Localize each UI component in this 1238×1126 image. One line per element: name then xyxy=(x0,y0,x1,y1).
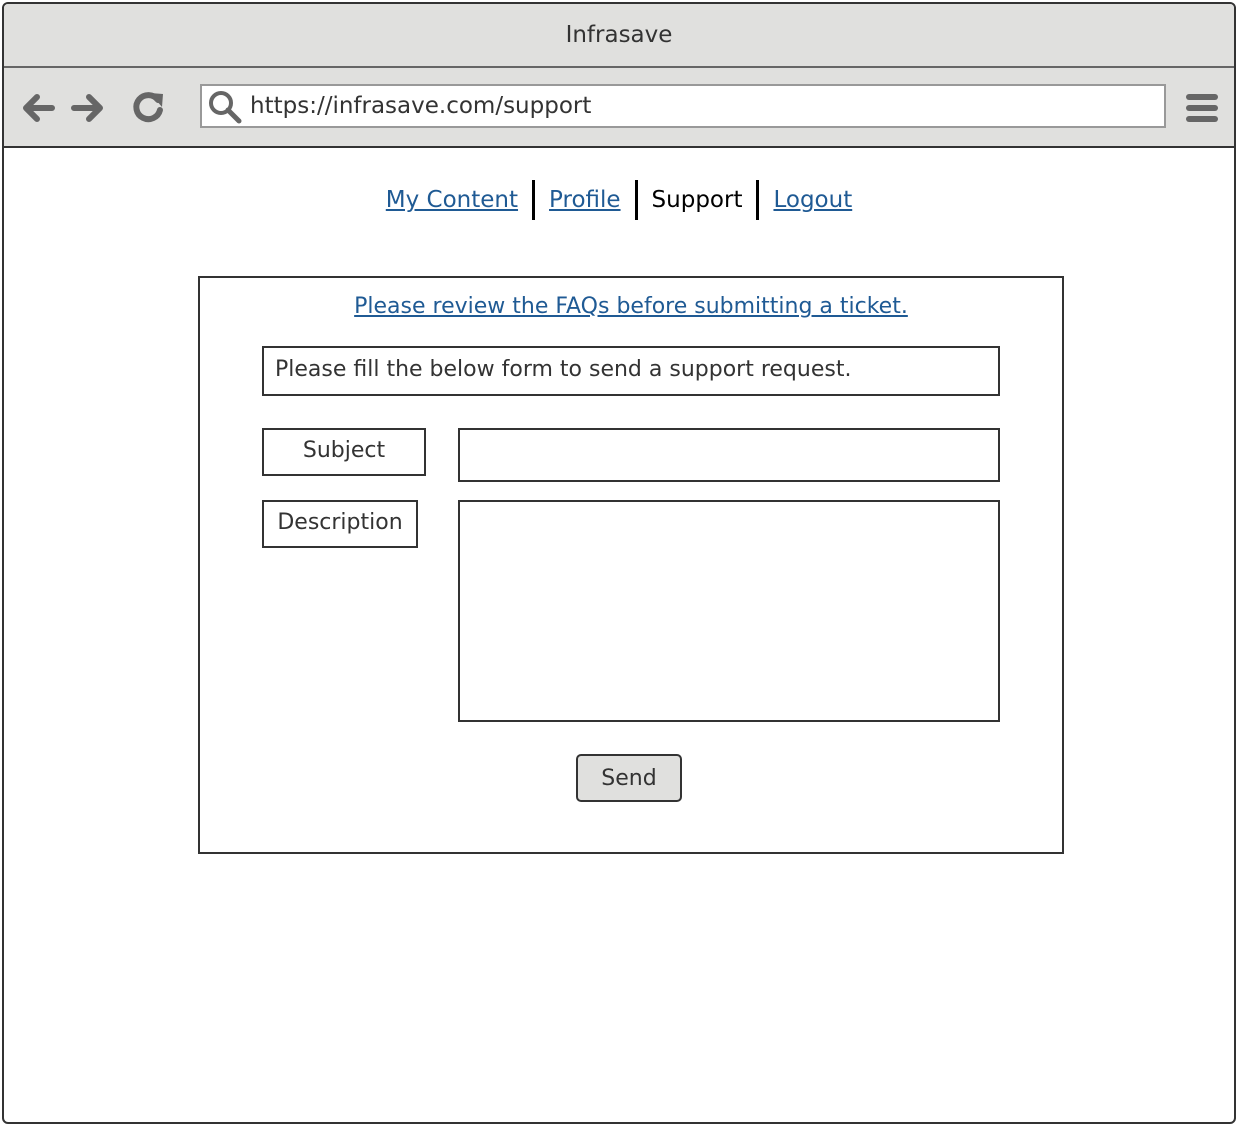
address-bar[interactable] xyxy=(200,84,1166,128)
nav-item-support-current: Support xyxy=(651,187,743,213)
faq-link[interactable]: Please review the FAQs before submitting… xyxy=(200,294,1062,319)
url-input[interactable] xyxy=(250,86,1150,126)
send-button[interactable]: Send xyxy=(576,754,682,802)
browser-window: Infrasave https://infrasave.com/support … xyxy=(2,2,1236,1124)
browser-menu-button[interactable] xyxy=(1184,90,1220,126)
form-instructions: Please fill the below form to send a sup… xyxy=(262,346,1000,396)
reload-icon xyxy=(133,92,163,123)
nav-link-my-content[interactable]: My Content xyxy=(372,187,532,213)
page-content: My Content Profile Support Logout Please… xyxy=(4,148,1234,1122)
support-form-panel: Please review the FAQs before submitting… xyxy=(198,276,1064,854)
reload-button[interactable] xyxy=(128,88,168,128)
subject-label: Subject xyxy=(262,428,426,476)
nav-link-profile[interactable]: Profile xyxy=(535,187,635,213)
description-textarea[interactable] xyxy=(458,500,1000,722)
hamburger-menu-icon xyxy=(1186,94,1218,122)
nav-link-logout[interactable]: Logout xyxy=(759,187,866,213)
description-label: Description xyxy=(262,500,418,548)
arrow-right-icon xyxy=(71,94,103,122)
main-nav: My Content Profile Support Logout xyxy=(4,180,1234,220)
forward-button[interactable] xyxy=(68,88,108,128)
arrow-left-icon xyxy=(23,94,55,122)
subject-input[interactable] xyxy=(458,428,1000,482)
search-icon xyxy=(209,91,242,124)
browser-toolbar xyxy=(4,68,1234,148)
window-title: Infrasave xyxy=(4,4,1234,68)
back-button[interactable] xyxy=(18,88,58,128)
